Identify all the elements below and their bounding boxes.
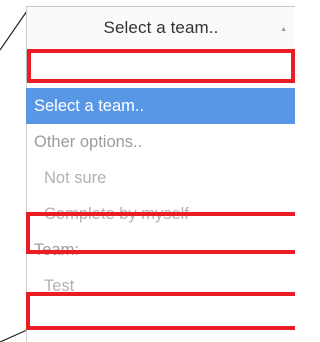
team-search-input[interactable] — [26, 51, 295, 81]
option-group-other-options: Other options.. — [34, 133, 143, 151]
caret-up-icon[interactable]: ▲ — [280, 26, 287, 33]
team-select-value: Select a team.. — [103, 18, 219, 37]
option-select-a-team[interactable]: Select a team.. — [26, 88, 295, 124]
option-group-team: Team: — [34, 241, 79, 259]
callout-line-left — [0, 329, 28, 342]
option-test[interactable]: Test — [26, 268, 295, 304]
option-not-sure[interactable]: Not sure — [26, 160, 295, 196]
callout-line-top — [0, 7, 30, 51]
team-options-list: Select a team.. Other options.. Not sure… — [26, 88, 295, 304]
option-complete-by-myself[interactable]: Complete by myself — [26, 196, 295, 232]
team-select[interactable]: Select a team.. ▲ — [26, 6, 295, 50]
